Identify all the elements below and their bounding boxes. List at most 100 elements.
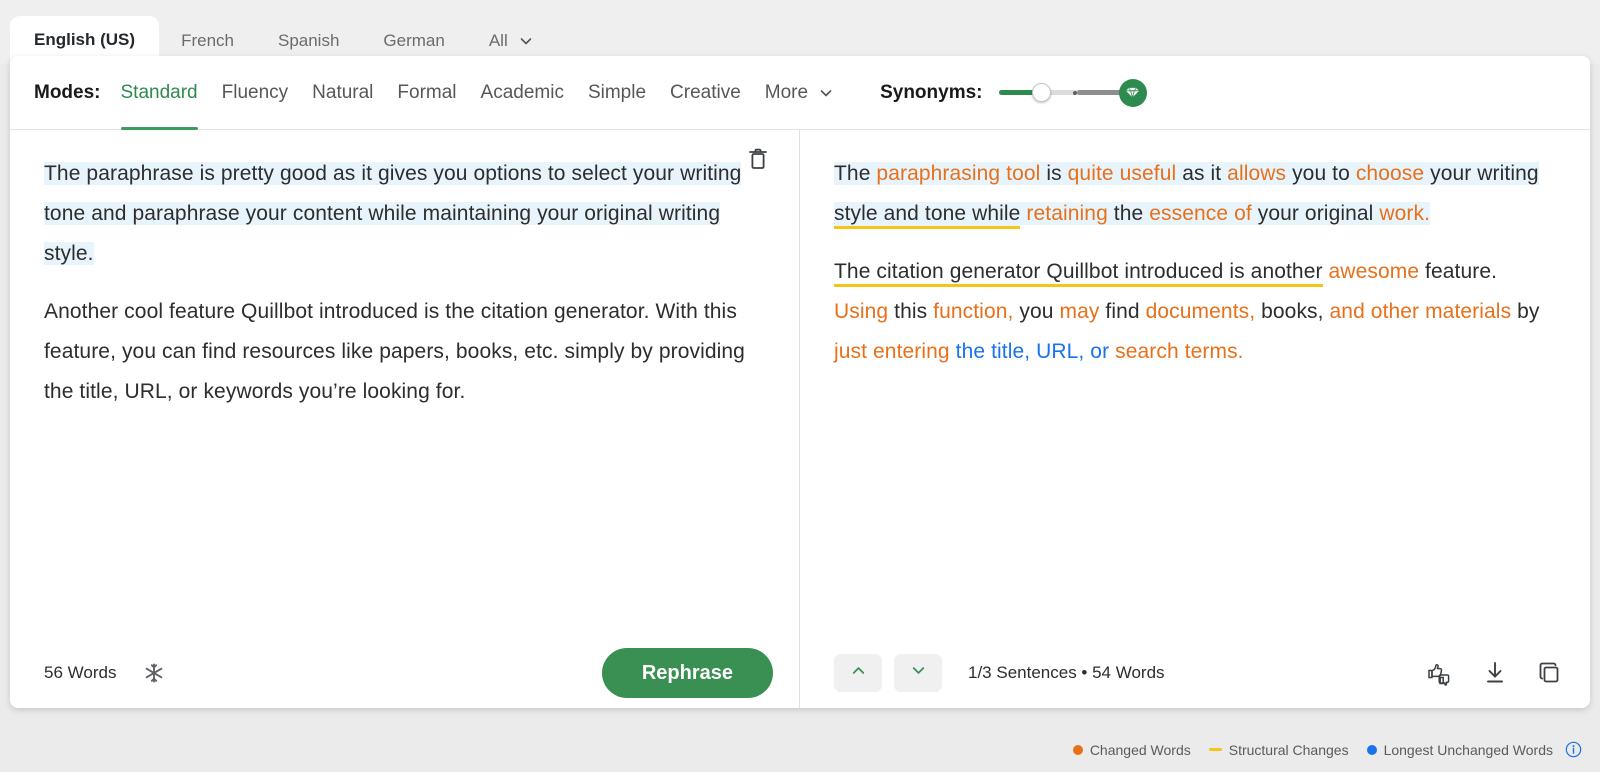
thumbs-up-down-icon[interactable] [1425,660,1453,686]
language-tabs: English (US) French Spanish German All [0,0,1600,64]
output-token[interactable]: retaining [1026,202,1108,225]
output-token[interactable]: choose [1355,162,1425,185]
output-token[interactable]: just entering [834,340,950,363]
slider-knob[interactable] [1031,83,1051,102]
mode-simple[interactable]: Simple [588,56,646,130]
output-token[interactable]: books, [1255,300,1329,323]
output-token[interactable]: paraphrasing tool [876,162,1041,185]
output-token[interactable]: The citation generator Quillbot introduc… [834,260,1323,287]
legend-marker-dot [1072,744,1083,755]
editor-split: The paraphrase is pretty good as it give… [10,130,1590,708]
mode-label: Fluency [221,81,289,103]
output-token[interactable]: as it [1176,162,1228,185]
input-footer: 56 Words Rephrase [10,638,799,708]
legend-label: Longest Unchanged Words [1383,741,1553,758]
output-paragraph-2: The citation generator Quillbot introduc… [834,252,1555,372]
output-token[interactable]: and other materials [1330,300,1512,323]
output-token[interactable]: documents, [1146,300,1256,323]
mode-academic[interactable]: Academic [481,56,564,130]
modes-label: Modes: [34,81,101,103]
legend-item-longest-unchanged-words: Longest Unchanged Words [1366,741,1553,758]
output-token[interactable]: search terms. [1115,340,1244,363]
output-token[interactable]: find [1099,300,1145,323]
output-token[interactable]: work. [1379,202,1431,225]
mode-fluency[interactable]: Fluency [222,56,289,130]
language-tab-label: All [488,31,508,50]
output-token[interactable]: The [834,162,877,185]
mode-formal[interactable]: Formal [397,56,456,130]
mode-label: Standard [120,81,198,103]
rephrase-button[interactable]: Rephrase [601,648,773,698]
synonyms-slider[interactable] [998,80,1127,106]
snowflake-icon[interactable] [142,661,166,685]
output-token[interactable]: essence of [1149,202,1252,225]
language-tab-label: Spanish [277,31,340,50]
mode-label: Creative [670,81,741,103]
legend-item-structural-changes: Structural Changes [1208,741,1349,758]
output-token[interactable]: you [1013,300,1059,323]
output-pane: The paraphrasing tool is quite useful as… [800,130,1589,708]
trash-icon[interactable] [743,144,773,174]
output-token[interactable]: the [1107,202,1150,225]
output-token[interactable]: your writing [1424,162,1539,185]
output-token[interactable]: awesome [1329,260,1420,283]
output-token[interactable]: allows [1227,162,1287,185]
input-paragraph-1: The paraphrase is pretty good as it give… [44,154,765,274]
mode-creative[interactable]: Creative [670,56,741,130]
chevron-down-icon [518,33,534,49]
output-token[interactable]: you to [1286,162,1356,185]
input-paragraph-2: Another cool feature Quillbot introduced… [44,300,745,403]
chevron-up-icon [849,661,868,685]
legend-item-changed-words: Changed Words [1072,741,1191,758]
input-textarea[interactable]: The paraphrase is pretty good as it give… [10,130,799,638]
copy-icon[interactable] [1537,660,1563,686]
output-token[interactable]: function, [933,300,1013,323]
info-icon[interactable] [1565,741,1582,758]
output-token[interactable]: Using [834,300,888,323]
mode-label: Simple [587,81,647,103]
modes-toolbar: Modes: Standard Fluency Natural Formal A… [10,56,1590,130]
language-tab-label: German [383,31,445,50]
sentence-word-info: 1/3 Sentences • 54 Words [968,663,1165,682]
output-token[interactable]: this [888,300,933,323]
download-icon[interactable] [1483,660,1507,686]
next-sentence-button[interactable] [894,654,942,692]
output-token[interactable]: your original [1251,202,1380,225]
legend-label: Structural Changes [1228,741,1349,758]
language-tab-label: English (US) [34,30,136,49]
legend-marker-dash [1208,748,1222,751]
output-token[interactable]: by [1511,300,1539,323]
mode-label: Academic [480,81,564,103]
input-word-count: 56 Words [44,663,117,682]
legend-label: Changed Words [1089,741,1191,758]
input-pane: The paraphrase is pretty good as it give… [10,130,800,708]
output-token[interactable]: is [1040,162,1068,185]
output-token[interactable]: quite useful [1067,162,1177,185]
output-token[interactable]: feature. [1419,260,1497,283]
mode-label: Formal [397,81,457,103]
output-paragraph-1: The paraphrasing tool is quite useful as… [834,154,1555,234]
slider-tick [1072,90,1077,95]
chevron-down-icon [818,85,834,101]
language-tab-label: French [181,31,234,50]
synonyms-control: Synonyms: [880,78,1147,107]
output-textarea[interactable]: The paraphrasing tool is quite useful as… [800,130,1589,638]
input-sentence-highlighted: The paraphrase is pretty good as it give… [44,162,742,265]
synonyms-label: Synonyms: [880,81,983,103]
output-token[interactable]: the title, URL, or [956,340,1110,363]
language-tab-bar: English (US) French Spanish German All [0,0,1600,64]
output-footer: 1/3 Sentences • 54 Words [800,638,1589,708]
mode-label: Natural [312,81,374,103]
mode-standard[interactable]: Standard [120,56,198,130]
legend: Changed Words Structural Changes Longest… [1055,741,1582,758]
mode-natural[interactable]: Natural [312,56,373,130]
output-token[interactable]: may [1059,300,1099,323]
paraphraser-app: English (US) French Spanish German All M… [0,0,1600,772]
legend-marker-dot [1366,744,1377,755]
mode-more[interactable]: More [765,56,834,130]
diamond-icon[interactable] [1118,78,1147,107]
output-token[interactable]: style and tone while [834,202,1021,229]
mode-label: More [764,81,809,103]
chevron-down-icon [909,661,928,685]
previous-sentence-button[interactable] [834,654,882,692]
